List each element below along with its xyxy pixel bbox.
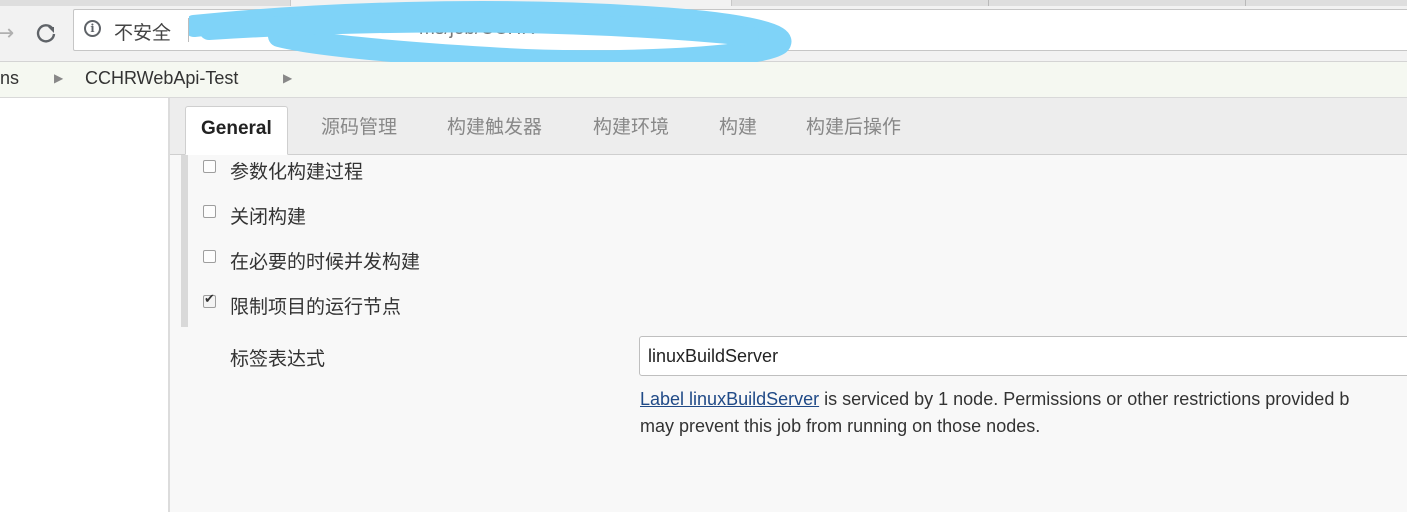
- section-indicator: [181, 155, 188, 327]
- config-tab-bar: General 源码管理 构建触发器 构建环境 构建 构建后操作: [170, 98, 1407, 155]
- breadcrumb-arrow-icon[interactable]: ▶: [54, 71, 63, 85]
- label-expression-input[interactable]: [639, 336, 1407, 376]
- checkbox[interactable]: [203, 205, 216, 218]
- checkbox[interactable]: [203, 160, 216, 173]
- tab-general[interactable]: General: [185, 106, 288, 155]
- option-label[interactable]: 在必要的时候并发构建: [230, 247, 420, 274]
- option-label[interactable]: 限制项目的运行节点: [230, 292, 401, 319]
- checkbox[interactable]: [203, 250, 216, 263]
- tab-build-triggers[interactable]: 构建触发器: [432, 106, 557, 154]
- help-line-2: may prevent this job from running on tho…: [640, 416, 1041, 436]
- browser-toolbar: → i 不安全 ms/job/CCHR: [0, 1, 1407, 73]
- config-panel: General 源码管理 构建触发器 构建环境 构建 构建后操作 参数化构建过程…: [170, 98, 1407, 512]
- option-label[interactable]: 参数化构建过程: [230, 157, 363, 184]
- sidebar: [0, 98, 170, 512]
- breadcrumb-item-project[interactable]: CCHRWebApi-Test: [85, 68, 238, 89]
- info-icon[interactable]: i: [84, 20, 101, 37]
- reload-icon[interactable]: [31, 18, 61, 48]
- breadcrumb: ns ▶ CCHRWebApi-Test ▶: [0, 62, 1407, 98]
- forward-icon[interactable]: →: [0, 18, 20, 48]
- help-line-1: is serviced by 1 node. Permissions or ot…: [819, 389, 1350, 409]
- label-help-link[interactable]: Label linuxBuildServer: [640, 389, 819, 409]
- tab-build-environment[interactable]: 构建环境: [578, 106, 684, 154]
- breadcrumb-item-jobs[interactable]: ns: [0, 68, 19, 89]
- option-label[interactable]: 关闭构建: [230, 202, 306, 229]
- checkbox-checked[interactable]: [203, 292, 216, 308]
- security-label[interactable]: 不安全: [114, 18, 171, 45]
- breadcrumb-arrow-icon[interactable]: ▶: [283, 71, 292, 85]
- tab-build[interactable]: 构建: [704, 106, 772, 154]
- address-bar[interactable]: i 不安全 ms/job/CCHR: [73, 1, 1407, 73]
- tab-post-build[interactable]: 构建后操作: [791, 106, 916, 154]
- label-help-text: Label linuxBuildServer is serviced by 1 …: [640, 386, 1349, 440]
- tab-source-code[interactable]: 源码管理: [306, 106, 412, 154]
- label-expression-label: 标签表达式: [230, 349, 326, 370]
